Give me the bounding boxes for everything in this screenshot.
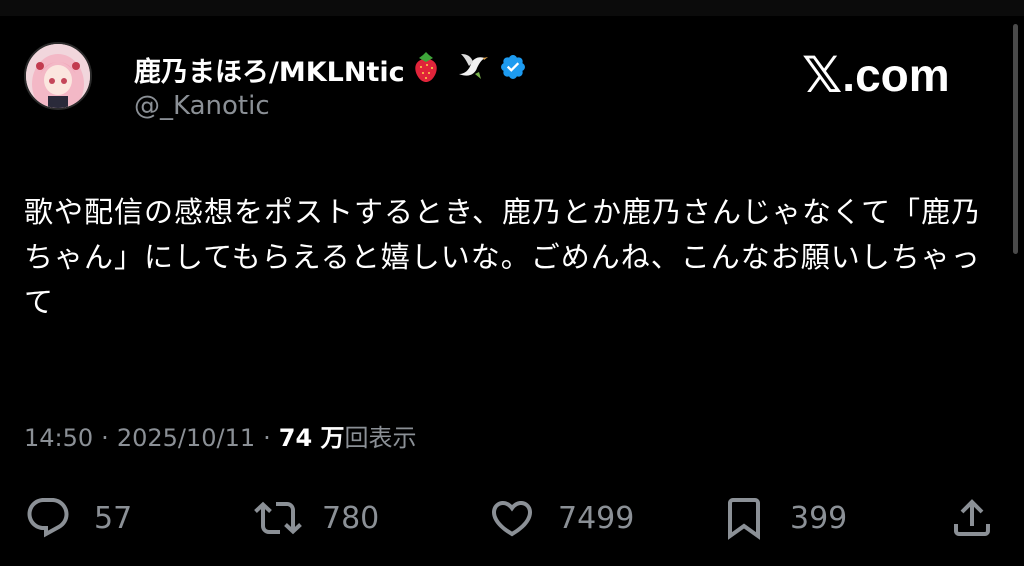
views-count[interactable]: 74 万	[279, 418, 345, 453]
repost-count: 780	[322, 500, 380, 536]
post-time[interactable]: 14:50	[24, 424, 93, 452]
action-bar: 57 780 7499 399	[0, 490, 1024, 546]
post-meta: 14:50 · 2025/10/11 · 74 万 回表示	[24, 418, 417, 453]
bookmark-button[interactable]: 399	[720, 490, 847, 546]
display-name[interactable]: 鹿乃まほろ/MKLNtic	[134, 50, 405, 89]
reply-count: 57	[94, 500, 133, 536]
bookmark-icon	[720, 494, 768, 542]
x-com-logo: 𝕏 .com	[802, 46, 992, 104]
avatar[interactable]	[24, 42, 92, 110]
x-logo-icon: 𝕏	[802, 46, 843, 104]
brand-domain: .com	[842, 49, 950, 101]
scrollbar[interactable]	[1013, 24, 1018, 254]
strawberry-icon	[411, 51, 441, 87]
like-button[interactable]: 7499	[488, 490, 634, 546]
top-bar	[0, 0, 1024, 16]
avatar-image	[26, 44, 90, 108]
views-label: 回表示	[344, 424, 417, 452]
reply-button[interactable]: 57	[24, 490, 132, 546]
share-button[interactable]	[948, 490, 996, 546]
meta-separator: ·	[101, 424, 109, 452]
reply-icon	[24, 494, 72, 542]
verified-badge-icon[interactable]	[499, 53, 527, 85]
repost-button[interactable]: 780	[252, 490, 379, 546]
name-row: 鹿乃まほろ/MKLNtic	[134, 49, 527, 89]
meta-separator: ·	[263, 424, 271, 452]
bookmark-count: 399	[790, 500, 848, 536]
post-text: 歌や配信の感想をポストするとき、鹿乃とか鹿乃さんじゃなくて「鹿乃ちゃん」にしても…	[24, 195, 982, 319]
like-count: 7499	[558, 500, 635, 536]
heart-icon	[488, 494, 536, 542]
post-date[interactable]: 2025/10/11	[117, 424, 255, 452]
dove-icon	[455, 52, 489, 86]
share-icon	[948, 494, 996, 542]
post-header: 鹿乃まほろ/MKLNtic @_Kanotic 𝕏 .com	[24, 42, 984, 132]
handle[interactable]: @_Kanotic	[134, 91, 270, 121]
repost-icon	[252, 494, 302, 542]
